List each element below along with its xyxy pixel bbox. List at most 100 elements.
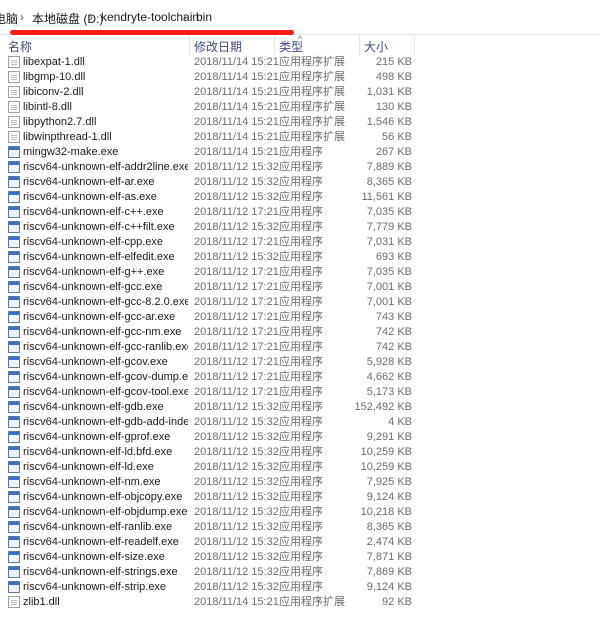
- exe-icon: [8, 191, 20, 203]
- file-row[interactable]: riscv64-unknown-elf-c++filt.exe 2018/11/1…: [0, 220, 600, 235]
- file-row[interactable]: riscv64-unknown-elf-readelf.exe 2018/11/1…: [0, 535, 600, 550]
- file-name: riscv64-unknown-elf-c++.exe: [23, 206, 164, 218]
- dll-icon: [8, 56, 20, 68]
- file-modified-date: 2018/11/12 15:32: [194, 551, 279, 563]
- file-row[interactable]: riscv64-unknown-elf-objcopy.exe 2018/11/1…: [0, 490, 600, 505]
- file-name: riscv64-unknown-elf-gdb.exe: [23, 401, 164, 413]
- file-row[interactable]: riscv64-unknown-elf-cpp.exe 2018/11/12 17…: [0, 235, 600, 250]
- file-type: 应用程序扩展: [279, 86, 345, 98]
- breadcrumb-computer[interactable]: 电脑: [0, 10, 18, 27]
- file-size: 8,365 KB: [366, 521, 412, 533]
- file-type: 应用程序: [279, 581, 323, 593]
- breadcrumb-bin[interactable]: bin: [196, 10, 212, 24]
- file-modified-date: 2018/11/12 15:32: [194, 461, 279, 473]
- exe-icon: [8, 476, 20, 488]
- file-name: riscv64-unknown-elf-size.exe: [23, 551, 165, 563]
- file-modified-date: 2018/11/14 15:21: [194, 86, 279, 98]
- column-header-name[interactable]: 名称: [8, 38, 32, 55]
- file-name: riscv64-unknown-elf-gdb-add-index....: [23, 416, 188, 428]
- file-row[interactable]: zlib1.dll 2018/11/14 15:21 应用程序扩展 92 KB: [0, 595, 600, 610]
- file-row[interactable]: libpython2.7.dll 2018/11/14 15:21 应用程序扩展 1,…: [0, 115, 600, 130]
- column-divider[interactable]: [359, 35, 360, 55]
- file-size: 7,889 KB: [366, 161, 412, 173]
- file-name: riscv64-unknown-elf-gcc-8.2.0.exe: [23, 296, 188, 308]
- file-row[interactable]: libintl-8.dll 2018/11/14 15:21 应用程序扩展 130 K…: [0, 100, 600, 115]
- file-name: zlib1.dll: [23, 596, 60, 608]
- file-size: 130 KB: [375, 101, 412, 113]
- file-name: riscv64-unknown-elf-elfedit.exe: [23, 251, 175, 263]
- file-row[interactable]: riscv64-unknown-elf-gdb.exe 2018/11/12 15…: [0, 400, 600, 415]
- exe-icon: [8, 146, 20, 158]
- exe-icon: [8, 371, 20, 383]
- file-row[interactable]: mingw32-make.exe 2018/11/14 15:21 应用程序 267 …: [0, 145, 600, 160]
- column-divider[interactable]: [414, 35, 415, 55]
- breadcrumb-separator-icon[interactable]: ›: [183, 10, 187, 24]
- file-name: libgmp-10.dll: [23, 71, 86, 83]
- address-bar[interactable]: 电脑 › 本地磁盘 (D:) › kendryte-toolchain › bi…: [0, 0, 600, 35]
- file-type: 应用程序: [279, 401, 323, 413]
- file-row[interactable]: riscv64-unknown-elf-gcov.exe 2018/11/12 1…: [0, 355, 600, 370]
- file-row[interactable]: riscv64-unknown-elf-gcc.exe 2018/11/12 17…: [0, 280, 600, 295]
- column-divider[interactable]: [274, 35, 275, 55]
- file-row[interactable]: riscv64-unknown-elf-ld.exe 2018/11/12 15:…: [0, 460, 600, 475]
- file-name: libintl-8.dll: [23, 101, 72, 113]
- file-modified-date: 2018/11/14 15:21: [194, 146, 279, 158]
- file-row[interactable]: riscv64-unknown-elf-ld.bfd.exe 2018/11/12…: [0, 445, 600, 460]
- file-type: 应用程序扩展: [279, 71, 345, 83]
- column-header-size[interactable]: 大小: [364, 38, 388, 55]
- file-size: 7,001 KB: [366, 281, 412, 293]
- file-row[interactable]: riscv64-unknown-elf-elfedit.exe 2018/11/1…: [0, 250, 600, 265]
- dll-icon: [8, 71, 20, 83]
- file-row[interactable]: riscv64-unknown-elf-strip.exe 2018/11/12 …: [0, 580, 600, 595]
- collapse-chevron-icon[interactable]: ^: [298, 34, 302, 44]
- file-row[interactable]: riscv64-unknown-elf-gcov-tool.exe 2018/11…: [0, 385, 600, 400]
- file-row[interactable]: riscv64-unknown-elf-ranlib.exe 2018/11/12…: [0, 520, 600, 535]
- file-row[interactable]: riscv64-unknown-elf-objdump.exe 2018/11/1…: [0, 505, 600, 520]
- file-modified-date: 2018/11/12 15:32: [194, 521, 279, 533]
- exe-icon: [8, 566, 20, 578]
- file-row[interactable]: riscv64-unknown-elf-gcc-ranlib.exe 2018/1…: [0, 340, 600, 355]
- file-name: riscv64-unknown-elf-ranlib.exe: [23, 521, 173, 533]
- file-row[interactable]: riscv64-unknown-elf-gcc-ar.exe 2018/11/12…: [0, 310, 600, 325]
- breadcrumb-separator-icon[interactable]: ›: [89, 10, 93, 24]
- file-size: 7,925 KB: [366, 476, 412, 488]
- file-name: riscv64-unknown-elf-strip.exe: [23, 581, 167, 593]
- file-name: riscv64-unknown-elf-readelf.exe: [23, 536, 179, 548]
- column-divider[interactable]: [189, 35, 190, 55]
- file-modified-date: 2018/11/12 17:21: [194, 341, 279, 353]
- file-row[interactable]: riscv64-unknown-elf-nm.exe 2018/11/12 15:…: [0, 475, 600, 490]
- file-size: 1,031 KB: [366, 86, 412, 98]
- file-size: 267 KB: [375, 146, 412, 158]
- file-row[interactable]: riscv64-unknown-elf-c++.exe 2018/11/12 17…: [0, 205, 600, 220]
- file-modified-date: 2018/11/14 15:21: [194, 101, 279, 113]
- file-row[interactable]: riscv64-unknown-elf-strings.exe 2018/11/1…: [0, 565, 600, 580]
- file-row[interactable]: riscv64-unknown-elf-gprof.exe 2018/11/12 …: [0, 430, 600, 445]
- file-row[interactable]: libgmp-10.dll 2018/11/14 15:21 应用程序扩展 498 K…: [0, 70, 600, 85]
- file-row[interactable]: riscv64-unknown-elf-gdb-add-index.... 201…: [0, 415, 600, 430]
- file-row[interactable]: riscv64-unknown-elf-gcc-nm.exe 2018/11/12…: [0, 325, 600, 340]
- file-row[interactable]: riscv64-unknown-elf-gcc-8.2.0.exe 2018/11…: [0, 295, 600, 310]
- file-row[interactable]: riscv64-unknown-elf-addr2line.exe 2018/11…: [0, 160, 600, 175]
- file-row[interactable]: riscv64-unknown-elf-size.exe 2018/11/12 1…: [0, 550, 600, 565]
- file-modified-date: 2018/11/12 17:21: [194, 371, 279, 383]
- file-row[interactable]: riscv64-unknown-elf-gcov-dump.exe 2018/11…: [0, 370, 600, 385]
- file-row[interactable]: libexpat-1.dll 2018/11/14 15:21 应用程序扩展 215 …: [0, 55, 600, 70]
- file-row[interactable]: libiconv-2.dll 2018/11/14 15:21 应用程序扩展 1,03…: [0, 85, 600, 100]
- file-name: riscv64-unknown-elf-gcov-tool.exe: [23, 386, 188, 398]
- file-size: 1,546 KB: [366, 116, 412, 128]
- file-type: 应用程序: [279, 341, 323, 353]
- exe-icon: [8, 251, 20, 263]
- file-modified-date: 2018/11/12 15:32: [194, 191, 279, 203]
- file-modified-date: 2018/11/12 15:32: [194, 581, 279, 593]
- breadcrumb-separator-icon[interactable]: ›: [20, 10, 24, 24]
- file-modified-date: 2018/11/12 15:32: [194, 251, 279, 263]
- file-size: 7,779 KB: [366, 221, 412, 233]
- file-row[interactable]: libwinpthread-1.dll 2018/11/14 15:21 应用程序扩…: [0, 130, 600, 145]
- file-row[interactable]: riscv64-unknown-elf-g++.exe 2018/11/12 17…: [0, 265, 600, 280]
- file-name: libiconv-2.dll: [23, 86, 84, 98]
- file-row[interactable]: riscv64-unknown-elf-ar.exe 2018/11/12 15:…: [0, 175, 600, 190]
- column-header-date[interactable]: 修改日期: [194, 38, 242, 55]
- file-name: riscv64-unknown-elf-addr2line.exe: [23, 161, 188, 173]
- exe-icon: [8, 236, 20, 248]
- file-row[interactable]: riscv64-unknown-elf-as.exe 2018/11/12 15:…: [0, 190, 600, 205]
